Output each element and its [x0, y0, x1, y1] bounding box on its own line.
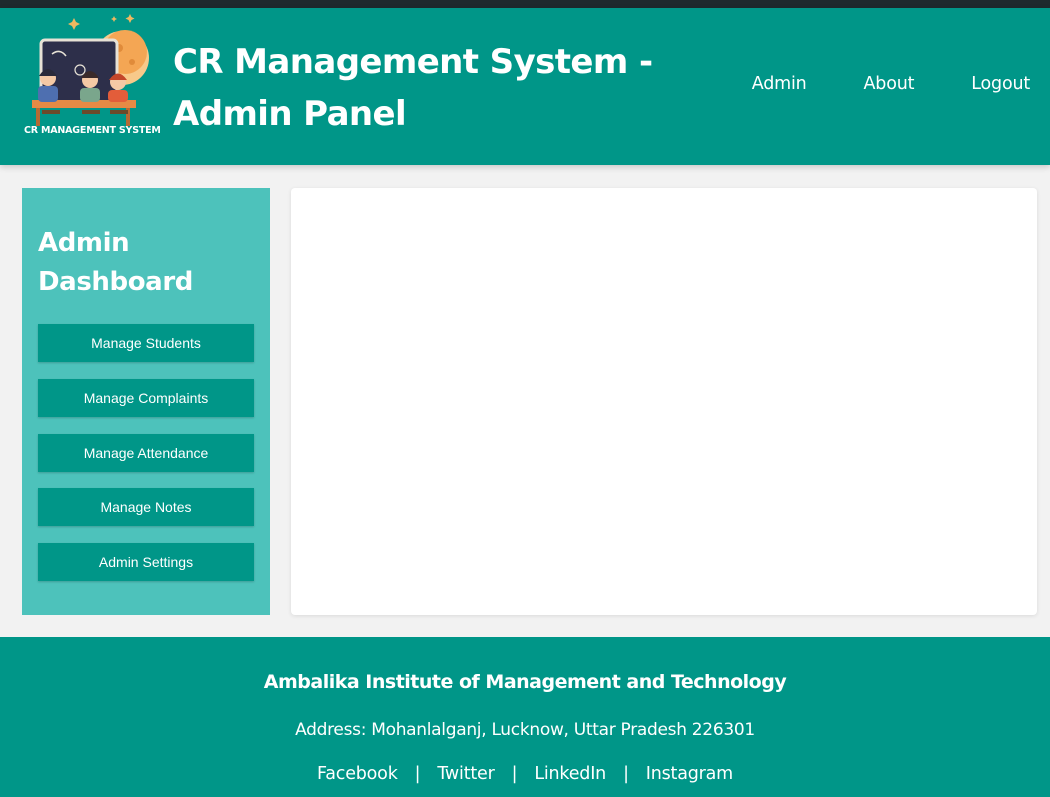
- facebook-link[interactable]: Facebook: [317, 764, 398, 784]
- footer-separator: |: [623, 764, 629, 784]
- app-footer: Ambalika Institute of Management and Tec…: [0, 637, 1050, 797]
- main-content-panel: [291, 188, 1037, 615]
- app-header: CR MANAGEMENT SYSTEM CR Management Syste…: [0, 8, 1050, 165]
- browser-top-strip: [0, 0, 1050, 8]
- manage-complaints-button[interactable]: Manage Complaints: [38, 379, 254, 417]
- students-illustration-icon: [32, 14, 149, 126]
- manage-students-button[interactable]: Manage Students: [38, 324, 254, 362]
- twitter-link[interactable]: Twitter: [437, 764, 494, 784]
- admin-sidebar: Admin Dashboard Manage Students Manage C…: [22, 188, 270, 615]
- manage-notes-button[interactable]: Manage Notes: [38, 488, 254, 526]
- footer-address: Address: Mohanlalganj, Lucknow, Uttar Pr…: [295, 720, 755, 740]
- footer-institution-name: Ambalika Institute of Management and Tec…: [263, 671, 787, 693]
- linkedin-link[interactable]: LinkedIn: [534, 764, 606, 784]
- footer-separator: |: [511, 764, 518, 784]
- nav-link-about[interactable]: About: [864, 74, 915, 94]
- manage-attendance-button[interactable]: Manage Attendance: [38, 434, 254, 472]
- sidebar-title: Admin Dashboard: [38, 228, 193, 297]
- nav-link-logout[interactable]: Logout: [971, 74, 1030, 94]
- footer-social-links: Facebook | Twitter | LinkedIn | Instagra…: [0, 764, 1050, 784]
- nav-link-admin[interactable]: Admin: [752, 74, 807, 94]
- top-navigation: Admin About Logout: [695, 74, 1030, 94]
- admin-settings-button[interactable]: Admin Settings: [38, 543, 254, 581]
- page-title: CR Management System - Admin Panel: [173, 42, 653, 134]
- logo-caption: CR MANAGEMENT SYSTEM: [24, 125, 161, 136]
- footer-separator: |: [414, 764, 421, 784]
- logo: [22, 10, 162, 142]
- instagram-link[interactable]: Instagram: [646, 764, 733, 784]
